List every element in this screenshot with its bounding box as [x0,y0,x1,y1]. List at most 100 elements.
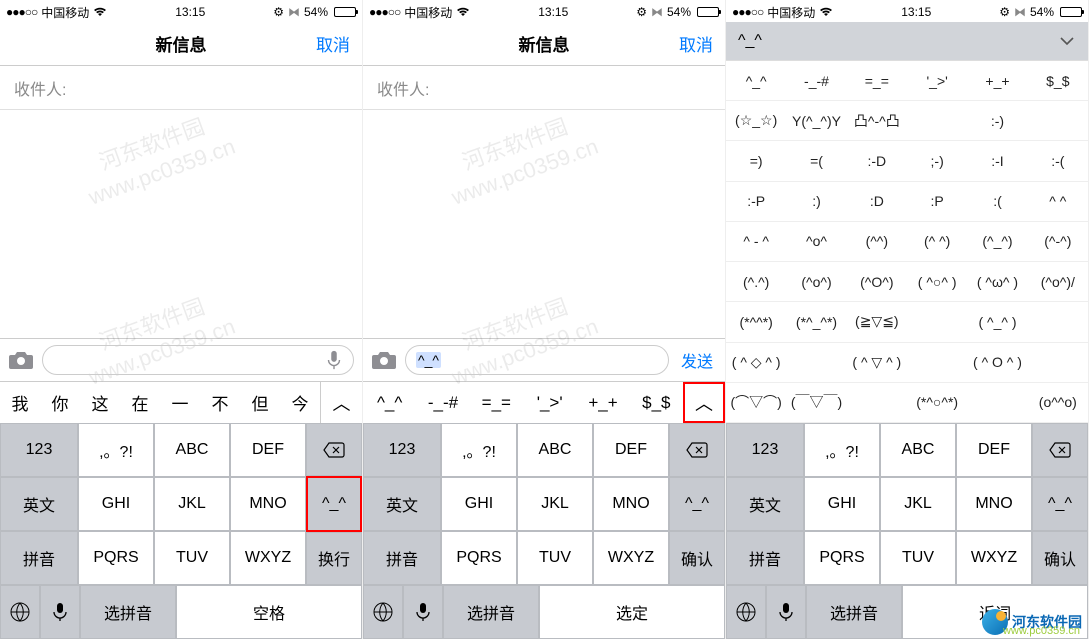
key-select-pinyin[interactable]: 选拼音 [80,585,176,639]
key-confirm[interactable]: 确认 [1032,531,1088,585]
kaomoji-cell[interactable]: :-D [847,141,907,180]
key-backspace[interactable] [306,423,362,476]
kaomoji-cell[interactable]: ^_^ [726,61,786,100]
key-tuv[interactable]: TUV [154,531,230,585]
kaomoji-cell[interactable] [907,101,967,140]
key-newline[interactable]: 换行 [306,532,362,585]
send-button[interactable]: 发送 [677,348,717,372]
candidate[interactable]: 在 [120,382,160,423]
kaomoji-cell[interactable]: (*^○^*) [907,383,967,422]
camera-icon[interactable] [371,349,397,371]
key-punct[interactable]: ,。?! [78,423,154,477]
kaomoji-cell[interactable]: =) [726,141,786,180]
kaomoji-cell[interactable]: (*^_^*) [786,302,846,341]
kaomoji-cell[interactable]: :P [907,182,967,221]
kaomoji-cell[interactable]: (^.^) [726,262,786,301]
kaomoji-cell[interactable]: :-P [726,182,786,221]
kaomoji-cell[interactable]: (^^) [847,222,907,261]
cancel-button[interactable]: 取消 [679,31,713,56]
key-backspace[interactable] [669,423,725,477]
kaomoji-cell[interactable]: ;-) [907,141,967,180]
kaomoji-cell[interactable]: ^ ^ [1028,182,1088,221]
kaomoji-cell[interactable]: ( ^○^ ) [907,262,967,301]
kaomoji-cell[interactable] [907,302,967,341]
kaomoji-cell[interactable]: (^ ^) [907,222,967,261]
kaomoji-cell[interactable] [1028,343,1088,382]
kaomoji-cell[interactable]: (o^^o) [1028,383,1088,422]
kaomoji-cell[interactable]: (^-^) [1028,222,1088,261]
kaomoji-cell[interactable]: $_$ [1028,61,1088,100]
kaomoji-cell[interactable]: ^ - ^ [726,222,786,261]
key-mic[interactable] [766,585,806,639]
cancel-button[interactable]: 取消 [316,31,350,56]
key-def[interactable]: DEF [230,423,306,477]
kaomoji-cell[interactable]: (^o^)/ [1028,262,1088,301]
candidate[interactable]: 不 [200,382,240,423]
key-globe[interactable] [0,585,40,639]
key-123[interactable]: 123 [726,423,804,477]
candidate[interactable]: 一 [160,382,200,423]
kaomoji-cell[interactable]: ^o^ [786,222,846,261]
message-input[interactable] [42,345,354,375]
kaomoji-cell[interactable]: :-) [967,101,1027,140]
key-123[interactable]: 123 [0,423,78,477]
candidate[interactable]: '_>' [523,382,576,423]
candidate-expand[interactable]: ︿ [320,382,362,423]
key-confirm[interactable]: 确认 [669,531,725,585]
key-mno[interactable]: MNO [230,477,306,531]
camera-icon[interactable] [8,349,34,371]
key-space[interactable]: 空格 [176,585,362,639]
key-jkl[interactable]: JKL [154,477,230,531]
key-ghi[interactable]: GHI [78,477,154,531]
key-pqrs[interactable]: PQRS [78,531,154,585]
chevron-down-icon[interactable] [1058,32,1076,50]
key-123[interactable]: 123 [363,423,441,477]
message-input[interactable]: ^_^ [405,345,669,375]
kaomoji-cell[interactable]: =( [786,141,846,180]
kaomoji-cell[interactable] [847,383,907,422]
key-pinyin[interactable]: 拼音 [363,531,441,585]
kaomoji-cell[interactable]: :-I [967,141,1027,180]
key-english[interactable]: 英文 [363,477,441,531]
kaomoji-cell[interactable]: :) [786,182,846,221]
candidate-expand[interactable]: ︿ [683,382,725,423]
key-mic[interactable] [40,585,80,639]
kaomoji-cell[interactable]: (^O^) [847,262,907,301]
key-select-pinyin[interactable]: 选拼音 [806,585,902,639]
key-kaomoji[interactable]: ^_^ [1032,477,1088,531]
kaomoji-cell[interactable] [907,343,967,382]
kaomoji-cell[interactable]: (⌒▽⌒) [726,383,786,422]
kaomoji-cell[interactable]: (☆_☆) [726,101,786,140]
kaomoji-cell[interactable]: '_>' [907,61,967,100]
kaomoji-cell[interactable]: Y(^_^)Y [786,101,846,140]
kaomoji-cell[interactable]: +_+ [967,61,1027,100]
key-english[interactable]: 英文 [0,477,78,531]
kaomoji-cell[interactable]: ( ^ ▽ ^ ) [847,343,907,382]
candidate[interactable]: ^_^ [363,382,416,423]
kaomoji-cell[interactable]: :( [967,182,1027,221]
candidate[interactable]: 但 [240,382,280,423]
candidate[interactable]: 我 [0,382,40,423]
key-select[interactable]: 选定 [539,585,725,639]
kaomoji-cell[interactable]: :D [847,182,907,221]
kaomoji-cell[interactable]: =_= [847,61,907,100]
key-english[interactable]: 英文 [726,477,804,531]
kaomoji-cell[interactable]: ( ^ω^ ) [967,262,1027,301]
recipient-field[interactable]: 收件人: [0,66,362,110]
key-globe[interactable] [726,585,766,639]
kaomoji-cell[interactable]: (≧▽≦) [847,302,907,341]
candidate[interactable]: -_-# [416,382,469,423]
key-kaomoji[interactable]: ^_^ [306,476,362,531]
kaomoji-cell[interactable] [1028,101,1088,140]
kaomoji-cell[interactable]: ( ^ ◇ ^ ) [726,343,786,382]
key-wxyz[interactable]: WXYZ [230,531,306,585]
key-mic[interactable] [403,585,443,639]
recipient-field[interactable]: 收件人: [363,66,725,110]
kaomoji-cell[interactable]: :-( [1028,141,1088,180]
kaomoji-cell[interactable]: (^o^) [786,262,846,301]
kaomoji-cell[interactable]: -_-# [786,61,846,100]
candidate[interactable]: 你 [40,382,80,423]
kaomoji-cell[interactable]: 凸^-^凸 [847,101,907,140]
kaomoji-cell[interactable]: (*^^*) [726,302,786,341]
kaomoji-cell[interactable]: (￣▽￣) [786,383,846,422]
